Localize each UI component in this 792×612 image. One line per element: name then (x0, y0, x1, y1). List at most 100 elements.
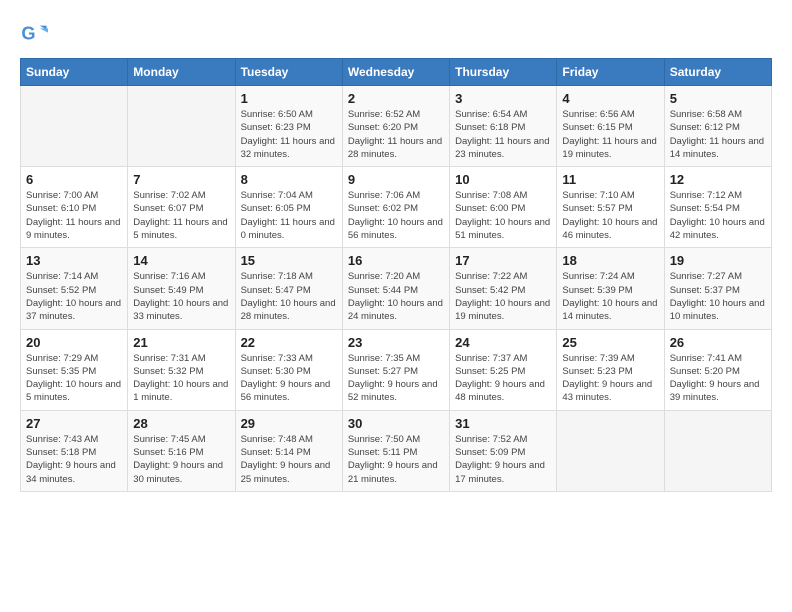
week-row-5: 27 Sunrise: 7:43 AM Sunset: 5:18 PM Dayli… (21, 410, 772, 491)
week-row-3: 13Sunrise: 7:14 AM Sunset: 5:52 PM Dayli… (21, 248, 772, 329)
day-header-monday: Monday (128, 59, 235, 86)
day-info: Sunrise: 7:43 AM Sunset: 5:18 PM Dayligh… (26, 433, 122, 486)
day-cell: 13Sunrise: 7:14 AM Sunset: 5:52 PM Dayli… (21, 248, 128, 329)
day-number: 7 (133, 172, 229, 187)
day-info: Sunrise: 7:27 AM Sunset: 5:37 PM Dayligh… (670, 270, 766, 323)
day-cell: 2 Sunrise: 6:52 AM Sunset: 6:20 PM Daylig… (342, 86, 449, 167)
day-number: 15 (241, 253, 337, 268)
day-info: Sunrise: 7:41 AM Sunset: 5:20 PM Dayligh… (670, 352, 766, 405)
day-cell: 16Sunrise: 7:20 AM Sunset: 5:44 PM Dayli… (342, 248, 449, 329)
day-cell: 6 Sunrise: 7:00 AM Sunset: 6:10 PM Daylig… (21, 167, 128, 248)
day-number: 20 (26, 335, 122, 350)
day-cell: 19 Sunrise: 7:27 AM Sunset: 5:37 PM Dayli… (664, 248, 771, 329)
day-cell (128, 86, 235, 167)
day-info: Sunrise: 7:24 AM Sunset: 5:39 PM Dayligh… (562, 270, 658, 323)
day-number: 23 (348, 335, 444, 350)
day-info: Sunrise: 7:08 AM Sunset: 6:00 PM Dayligh… (455, 189, 551, 242)
day-info: Sunrise: 7:33 AM Sunset: 5:30 PM Dayligh… (241, 352, 337, 405)
day-cell: 25 Sunrise: 7:39 AM Sunset: 5:23 PM Dayli… (557, 329, 664, 410)
day-info: Sunrise: 6:58 AM Sunset: 6:12 PM Dayligh… (670, 108, 766, 161)
day-cell: 11Sunrise: 7:10 AM Sunset: 5:57 PM Dayli… (557, 167, 664, 248)
day-cell: 23 Sunrise: 7:35 AM Sunset: 5:27 PM Dayli… (342, 329, 449, 410)
day-number: 13 (26, 253, 122, 268)
day-cell: 4Sunrise: 6:56 AM Sunset: 6:15 PM Daylig… (557, 86, 664, 167)
day-number: 29 (241, 416, 337, 431)
day-info: Sunrise: 7:52 AM Sunset: 5:09 PM Dayligh… (455, 433, 551, 486)
day-info: Sunrise: 7:10 AM Sunset: 5:57 PM Dayligh… (562, 189, 658, 242)
day-cell: 12 Sunrise: 7:12 AM Sunset: 5:54 PM Dayli… (664, 167, 771, 248)
day-cell (21, 86, 128, 167)
day-info: Sunrise: 7:50 AM Sunset: 5:11 PM Dayligh… (348, 433, 444, 486)
day-number: 22 (241, 335, 337, 350)
day-cell: 21 Sunrise: 7:31 AM Sunset: 5:32 PM Dayli… (128, 329, 235, 410)
day-number: 6 (26, 172, 122, 187)
day-cell: 1 Sunrise: 6:50 AM Sunset: 6:23 PM Daylig… (235, 86, 342, 167)
day-number: 31 (455, 416, 551, 431)
day-number: 10 (455, 172, 551, 187)
day-number: 2 (348, 91, 444, 106)
week-row-1: 1 Sunrise: 6:50 AM Sunset: 6:23 PM Daylig… (21, 86, 772, 167)
calendar-header-row: SundayMondayTuesdayWednesdayThursdayFrid… (21, 59, 772, 86)
day-header-sunday: Sunday (21, 59, 128, 86)
day-number: 1 (241, 91, 337, 106)
day-info: Sunrise: 7:45 AM Sunset: 5:16 PM Dayligh… (133, 433, 229, 486)
day-info: Sunrise: 6:54 AM Sunset: 6:18 PM Dayligh… (455, 108, 551, 161)
day-cell: 7 Sunrise: 7:02 AM Sunset: 6:07 PM Daylig… (128, 167, 235, 248)
day-info: Sunrise: 7:37 AM Sunset: 5:25 PM Dayligh… (455, 352, 551, 405)
day-info: Sunrise: 7:06 AM Sunset: 6:02 PM Dayligh… (348, 189, 444, 242)
day-info: Sunrise: 7:00 AM Sunset: 6:10 PM Dayligh… (26, 189, 122, 242)
day-info: Sunrise: 7:31 AM Sunset: 5:32 PM Dayligh… (133, 352, 229, 405)
day-header-saturday: Saturday (664, 59, 771, 86)
day-cell (664, 410, 771, 491)
day-info: Sunrise: 7:39 AM Sunset: 5:23 PM Dayligh… (562, 352, 658, 405)
day-cell: 26Sunrise: 7:41 AM Sunset: 5:20 PM Dayli… (664, 329, 771, 410)
day-number: 24 (455, 335, 551, 350)
day-number: 28 (133, 416, 229, 431)
day-header-tuesday: Tuesday (235, 59, 342, 86)
day-number: 5 (670, 91, 766, 106)
day-number: 8 (241, 172, 337, 187)
day-cell: 27 Sunrise: 7:43 AM Sunset: 5:18 PM Dayli… (21, 410, 128, 491)
day-number: 27 (26, 416, 122, 431)
calendar-table: SundayMondayTuesdayWednesdayThursdayFrid… (20, 58, 772, 492)
day-cell: 22 Sunrise: 7:33 AM Sunset: 5:30 PM Dayli… (235, 329, 342, 410)
day-cell: 29 Sunrise: 7:48 AM Sunset: 5:14 PM Dayli… (235, 410, 342, 491)
page-header: G (20, 20, 772, 48)
day-number: 19 (670, 253, 766, 268)
week-row-4: 20Sunrise: 7:29 AM Sunset: 5:35 PM Dayli… (21, 329, 772, 410)
day-number: 3 (455, 91, 551, 106)
day-info: Sunrise: 7:48 AM Sunset: 5:14 PM Dayligh… (241, 433, 337, 486)
day-number: 21 (133, 335, 229, 350)
day-cell: 24 Sunrise: 7:37 AM Sunset: 5:25 PM Dayli… (450, 329, 557, 410)
day-number: 12 (670, 172, 766, 187)
day-info: Sunrise: 7:12 AM Sunset: 5:54 PM Dayligh… (670, 189, 766, 242)
day-header-wednesday: Wednesday (342, 59, 449, 86)
day-info: Sunrise: 6:52 AM Sunset: 6:20 PM Dayligh… (348, 108, 444, 161)
day-cell: 3 Sunrise: 6:54 AM Sunset: 6:18 PM Daylig… (450, 86, 557, 167)
day-number: 14 (133, 253, 229, 268)
day-number: 9 (348, 172, 444, 187)
day-info: Sunrise: 6:50 AM Sunset: 6:23 PM Dayligh… (241, 108, 337, 161)
day-info: Sunrise: 7:04 AM Sunset: 6:05 PM Dayligh… (241, 189, 337, 242)
day-number: 30 (348, 416, 444, 431)
day-cell: 31 Sunrise: 7:52 AM Sunset: 5:09 PM Dayli… (450, 410, 557, 491)
day-number: 4 (562, 91, 658, 106)
day-info: Sunrise: 7:35 AM Sunset: 5:27 PM Dayligh… (348, 352, 444, 405)
day-cell: 10 Sunrise: 7:08 AM Sunset: 6:00 PM Dayli… (450, 167, 557, 248)
day-cell: 5 Sunrise: 6:58 AM Sunset: 6:12 PM Daylig… (664, 86, 771, 167)
day-cell: 14Sunrise: 7:16 AM Sunset: 5:49 PM Dayli… (128, 248, 235, 329)
day-info: Sunrise: 7:22 AM Sunset: 5:42 PM Dayligh… (455, 270, 551, 323)
day-cell: 17 Sunrise: 7:22 AM Sunset: 5:42 PM Dayli… (450, 248, 557, 329)
day-cell: 28 Sunrise: 7:45 AM Sunset: 5:16 PM Dayli… (128, 410, 235, 491)
logo-icon: G (20, 20, 48, 48)
day-cell (557, 410, 664, 491)
day-cell: 15Sunrise: 7:18 AM Sunset: 5:47 PM Dayli… (235, 248, 342, 329)
week-row-2: 6 Sunrise: 7:00 AM Sunset: 6:10 PM Daylig… (21, 167, 772, 248)
day-number: 25 (562, 335, 658, 350)
day-number: 16 (348, 253, 444, 268)
day-header-friday: Friday (557, 59, 664, 86)
day-info: Sunrise: 7:02 AM Sunset: 6:07 PM Dayligh… (133, 189, 229, 242)
logo: G (20, 20, 52, 48)
day-cell: 9 Sunrise: 7:06 AM Sunset: 6:02 PM Daylig… (342, 167, 449, 248)
day-number: 17 (455, 253, 551, 268)
